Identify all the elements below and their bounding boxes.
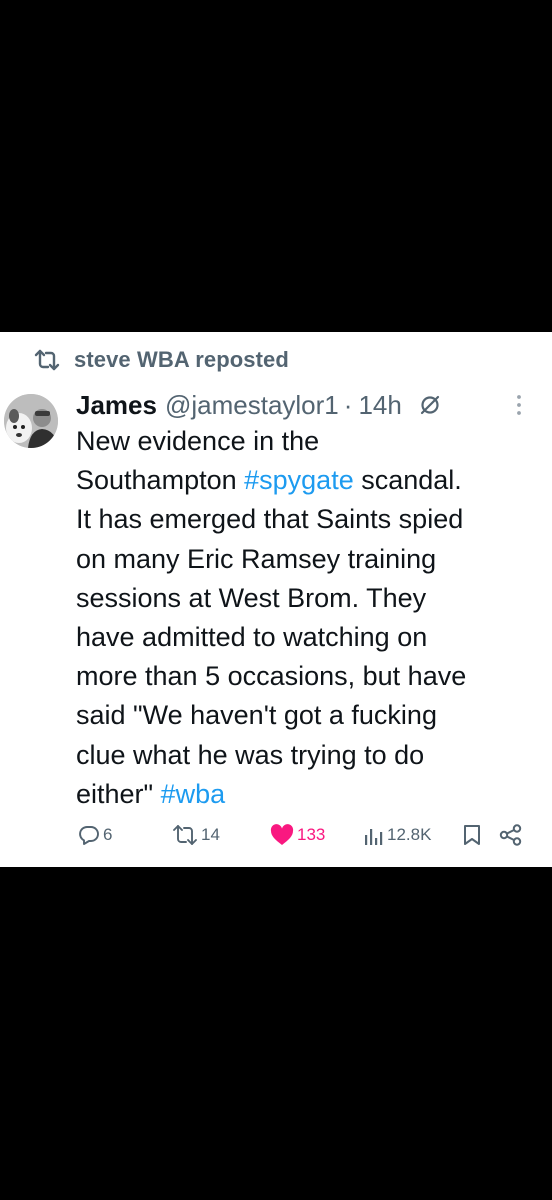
muted-icon — [418, 393, 442, 417]
repost-label[interactable]: steve WBA reposted — [74, 347, 289, 373]
share-icon — [499, 824, 523, 846]
author-handle[interactable]: @jamestaylor1 — [165, 390, 339, 421]
post-header: James @jamestaylor1 · 14h — [76, 388, 538, 422]
post-line: Southampton #spygate scandal. — [76, 461, 538, 500]
post-line: said "We haven't got a fucking — [76, 700, 437, 731]
top-black-area — [0, 0, 552, 332]
reply-button[interactable]: 6 — [78, 820, 112, 850]
share-button[interactable] — [499, 820, 523, 850]
repost-count: 14 — [201, 825, 220, 844]
avatar[interactable] — [4, 394, 58, 448]
bookmark-button[interactable] — [462, 820, 482, 850]
post-card[interactable]: steve WBA reposted James @jamestaylor1 ·… — [0, 332, 552, 867]
like-count: 133 — [297, 825, 326, 844]
repost-icon — [172, 824, 198, 846]
separator-dot: · — [343, 389, 353, 420]
more-icon[interactable] — [514, 392, 524, 425]
post-text-segment: scandal. — [353, 465, 462, 496]
views-button[interactable]: 12.8K — [364, 820, 431, 850]
like-button[interactable]: 133 — [270, 820, 325, 850]
post-line: New evidence in the — [76, 426, 320, 456]
post-line: It has emerged that Saints spied — [76, 504, 464, 535]
action-bar: 6 14 133 12.8K — [0, 820, 552, 850]
repost-icon — [34, 349, 60, 371]
repost-context: steve WBA reposted — [34, 346, 289, 374]
post-time[interactable]: 14h — [358, 390, 401, 421]
views-icon — [364, 824, 384, 846]
post-line: clue what he was trying to do — [76, 739, 425, 770]
post-line: on many Eric Ramsey training — [76, 543, 437, 574]
views-count: 12.8K — [387, 825, 432, 844]
hashtag-link[interactable]: #wba — [161, 779, 226, 809]
like-icon — [270, 824, 294, 846]
post-line: either" #wba — [76, 775, 538, 814]
bottom-black-area — [0, 867, 552, 1200]
post-line: more than 5 occasions, but have — [76, 661, 467, 692]
repost-button[interactable]: 14 — [172, 820, 220, 850]
author-name[interactable]: James — [76, 390, 157, 421]
post-text-segment: either" — [76, 778, 161, 809]
post-text: New evidence in the Southampton #spygate… — [76, 422, 538, 814]
reply-icon — [78, 824, 100, 846]
hashtag-link[interactable]: #spygate — [244, 465, 354, 495]
post-text-segment: Southampton — [76, 465, 245, 496]
reply-count: 6 — [103, 825, 113, 844]
post-line: sessions at West Brom. They — [76, 582, 427, 613]
post-line: have admitted to watching on — [76, 622, 428, 653]
bookmark-icon — [462, 824, 482, 846]
